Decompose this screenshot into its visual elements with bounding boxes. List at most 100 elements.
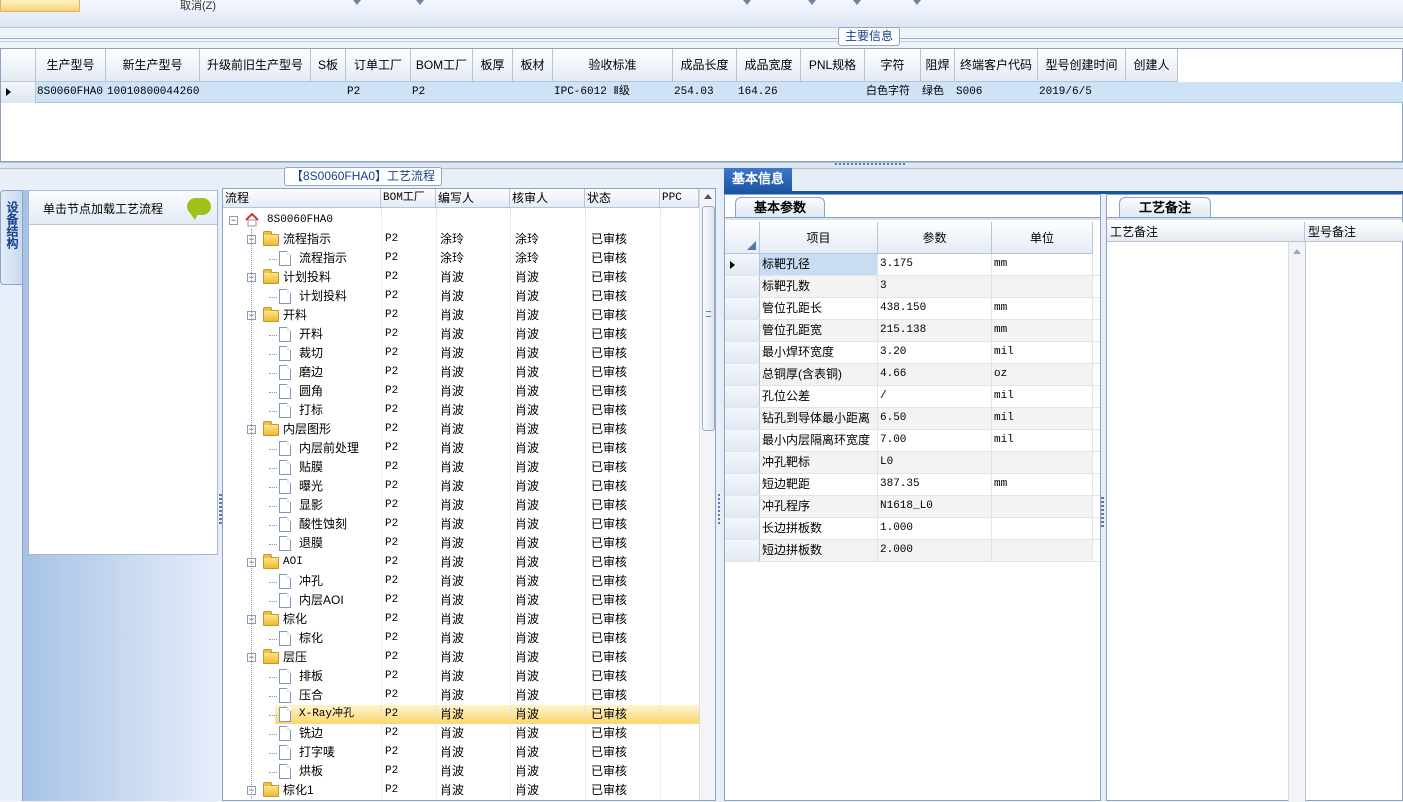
param-value[interactable]: 6.50: [878, 408, 992, 429]
column-header[interactable]: 流程: [223, 189, 381, 208]
tree-row[interactable]: − 层压 P2 肖波 肖波 已审核: [223, 648, 699, 667]
tree-row[interactable]: 内层AOI P2 肖波 肖波 已审核: [223, 591, 699, 610]
dropdown-arrow-icon[interactable]: [853, 0, 861, 5]
tree-row[interactable]: 打标 P2 肖波 肖波 已审核: [223, 401, 699, 420]
param-value[interactable]: /: [878, 386, 992, 407]
tree-row[interactable]: 退膜 P2 肖波 肖波 已审核: [223, 534, 699, 553]
table-row[interactable]: 8S0060FHA0 10010800044260 P2 P2 IPC-6012 Ⅱ级 2…: [1, 82, 1403, 103]
toolbar-active-button[interactable]: [0, 0, 80, 12]
tree-row[interactable]: 开料 P2 肖波 肖波 已审核: [223, 325, 699, 344]
param-value[interactable]: 4.66: [878, 364, 992, 385]
row-indicator[interactable]: [725, 452, 760, 473]
column-header[interactable]: 状态: [585, 189, 660, 208]
param-value[interactable]: 7.00: [878, 430, 992, 451]
tree-row[interactable]: − AOI P2 肖波 肖波 已审核: [223, 553, 699, 572]
param-row[interactable]: 冲孔程序 N1618_L0: [725, 496, 1100, 518]
row-indicator[interactable]: [725, 298, 760, 319]
tree-row[interactable]: 烘板 P2 肖波 肖波 已审核: [223, 762, 699, 781]
param-value[interactable]: 387.35: [878, 474, 992, 495]
tree-row[interactable]: − 8S0060FHA0: [223, 211, 699, 230]
tree-row[interactable]: − 棕化 P2 肖波 肖波 已审核: [223, 610, 699, 629]
param-value[interactable]: 3.175: [878, 254, 992, 275]
tree-row[interactable]: 酸性蚀刻 P2 肖波 肖波 已审核: [223, 515, 699, 534]
tree-row[interactable]: 裁切 P2 肖波 肖波 已审核: [223, 344, 699, 363]
param-row[interactable]: 管位孔距宽 215.138 mm: [725, 320, 1100, 342]
param-value[interactable]: L0: [878, 452, 992, 473]
tree-row[interactable]: 圆角 P2 肖波 肖波 已审核: [223, 382, 699, 401]
row-indicator[interactable]: [725, 320, 760, 341]
dropdown-arrow-icon[interactable]: [743, 0, 751, 5]
tree-row[interactable]: 排板 P2 肖波 肖波 已审核: [223, 667, 699, 686]
tree-row[interactable]: 流程指示 P2 涂玲 涂玲 已审核: [223, 249, 699, 268]
tree-row[interactable]: − 内层图形 P2 肖波 肖波 已审核: [223, 420, 699, 439]
splitter-grip-icon[interactable]: [835, 163, 905, 168]
column-header[interactable]: BOM工厂: [411, 49, 473, 82]
row-indicator[interactable]: [1, 82, 36, 103]
row-indicator[interactable]: [725, 386, 760, 407]
scroll-up-icon[interactable]: [704, 194, 712, 199]
column-header[interactable]: 核审人: [510, 189, 585, 208]
tree-row[interactable]: − 棕化1 P2 肖波 肖波 已审核: [223, 781, 699, 800]
column-header[interactable]: 终端客户代码: [955, 49, 1038, 82]
row-indicator[interactable]: [725, 364, 760, 385]
param-row[interactable]: 最小内层隔离环宽度 7.00 mil: [725, 430, 1100, 452]
horizontal-splitter[interactable]: [0, 162, 1403, 169]
dropdown-arrow-icon[interactable]: [416, 0, 424, 5]
column-header[interactable]: PNL规格: [801, 49, 865, 82]
tree-row[interactable]: 显影 P2 肖波 肖波 已审核: [223, 496, 699, 515]
column-header[interactable]: 创建人: [1126, 49, 1178, 82]
row-indicator[interactable]: [725, 474, 760, 495]
tree-row[interactable]: 内层前处理 P2 肖波 肖波 已审核: [223, 439, 699, 458]
notes-column-header[interactable]: 工艺备注: [1107, 222, 1305, 242]
tree-row[interactable]: 压合 P2 肖波 肖波 已审核: [223, 686, 699, 705]
row-indicator[interactable]: [725, 430, 760, 451]
param-row[interactable]: 孔位公差 / mil: [725, 386, 1100, 408]
column-header[interactable]: 生产型号: [36, 49, 106, 82]
param-value[interactable]: 3: [878, 276, 992, 297]
tab-process-notes[interactable]: 工艺备注: [1119, 197, 1211, 217]
tree-row[interactable]: − 开料 P2 肖波 肖波 已审核: [223, 306, 699, 325]
param-row[interactable]: 冲孔靶标 L0: [725, 452, 1100, 474]
param-row[interactable]: 标靶孔径 3.175 mm: [725, 254, 1100, 276]
param-value[interactable]: 3.20: [878, 342, 992, 363]
load-hint-header[interactable]: 单击节点加载工艺流程: [29, 191, 217, 225]
column-header[interactable]: 字符: [865, 49, 921, 82]
column-header[interactable]: 板厚: [473, 49, 513, 82]
param-row[interactable]: 长边拼板数 1.000: [725, 518, 1100, 540]
param-value[interactable]: 1.000: [878, 518, 992, 539]
param-value[interactable]: 438.150: [878, 298, 992, 319]
column-header[interactable]: 订单工厂: [346, 49, 411, 82]
tree-row[interactable]: 铣边 P2 肖波 肖波 已审核: [223, 724, 699, 743]
tree-row[interactable]: 贴膜 P2 肖波 肖波 已审核: [223, 458, 699, 477]
column-header[interactable]: 编写人: [436, 189, 510, 208]
vertical-scrollbar[interactable]: [1288, 242, 1305, 802]
column-header[interactable]: BOM工厂: [381, 189, 436, 208]
param-row[interactable]: 钻孔到导体最小距离 6.50 mil: [725, 408, 1100, 430]
column-header[interactable]: 成品长度: [673, 49, 737, 82]
tree-row[interactable]: 计划投料 P2 肖波 肖波 已审核: [223, 287, 699, 306]
tree-row[interactable]: X-Ray冲孔 P2 肖波 肖波 已审核: [275, 705, 699, 724]
row-indicator[interactable]: [725, 518, 760, 539]
tab-basic-info[interactable]: 基本信息: [724, 168, 792, 192]
row-indicator[interactable]: [725, 408, 760, 429]
column-header[interactable]: 阻焊: [921, 49, 955, 82]
param-value[interactable]: N1618_L0: [878, 496, 992, 517]
param-row[interactable]: 短边靶距 387.35 mm: [725, 474, 1100, 496]
param-row[interactable]: 标靶孔数 3: [725, 276, 1100, 298]
column-header[interactable]: 项目: [760, 222, 878, 254]
param-row[interactable]: 最小焊环宽度 3.20 mil: [725, 342, 1100, 364]
tree-row[interactable]: 打字唛 P2 肖波 肖波 已审核: [223, 743, 699, 762]
expand-toggle-icon[interactable]: −: [229, 216, 238, 225]
tree-row[interactable]: 棕化 P2 肖波 肖波 已审核: [223, 629, 699, 648]
param-value[interactable]: 215.138: [878, 320, 992, 341]
column-header[interactable]: S板: [311, 49, 346, 82]
column-header[interactable]: 成品宽度: [737, 49, 801, 82]
param-row[interactable]: 短边拼板数 2.000: [725, 540, 1100, 562]
row-indicator[interactable]: [725, 276, 760, 297]
param-value[interactable]: 2.000: [878, 540, 992, 561]
scroll-up-icon[interactable]: [1293, 249, 1301, 254]
dropdown-arrow-icon[interactable]: [353, 0, 361, 5]
column-header[interactable]: 单位: [992, 222, 1093, 254]
tree-row[interactable]: 冲孔 P2 肖波 肖波 已审核: [223, 572, 699, 591]
dropdown-arrow-icon[interactable]: [808, 0, 816, 5]
